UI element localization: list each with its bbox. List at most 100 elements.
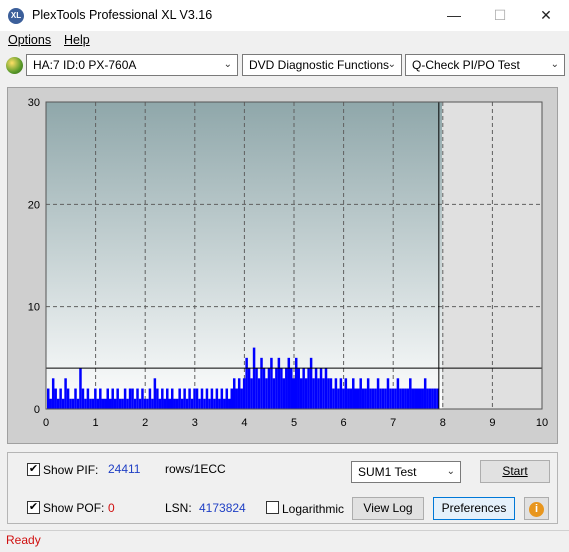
pif-bar: [205, 388, 209, 409]
show-pif-checkbox[interactable]: ✔: [27, 463, 40, 476]
pif-bar: [297, 368, 300, 409]
close-button[interactable]: ✕: [523, 0, 569, 31]
show-pif-label: Show PIF:: [43, 463, 99, 477]
pif-bar: [118, 398, 122, 409]
drive-select-value: HA:7 ID:0 PX-760A: [33, 58, 137, 72]
pif-bar: [215, 388, 219, 409]
pif-bar: [267, 368, 271, 409]
x-tick-label: 8: [440, 417, 446, 429]
pif-bar: [374, 388, 377, 409]
minimize-button[interactable]: —: [431, 0, 477, 31]
pif-bar: [416, 388, 419, 409]
pif-bar: [232, 378, 236, 409]
pif-bar: [123, 388, 127, 409]
pif-bar: [225, 388, 229, 409]
pif-bar: [210, 388, 214, 409]
pif-bar: [364, 388, 367, 409]
pif-bar: [185, 398, 189, 409]
pif-bar: [156, 388, 159, 409]
pif-bar: [275, 368, 278, 409]
pif-bar: [317, 378, 320, 409]
pif-bar: [240, 388, 243, 409]
info-button[interactable]: i: [524, 497, 549, 520]
pif-bar: [138, 398, 142, 409]
pif-bar: [384, 388, 387, 409]
pif-bar: [190, 398, 194, 409]
x-tick-label: 9: [489, 417, 495, 429]
pif-bar: [339, 378, 343, 409]
pif-bar: [329, 378, 333, 409]
pif-bar: [116, 388, 119, 409]
pif-bar: [96, 398, 100, 409]
pif-bar: [91, 398, 95, 409]
menu-options-label: Options: [8, 33, 52, 47]
pif-bar: [151, 398, 154, 409]
test-select[interactable]: Q-Check PI/PO Test ⌄: [405, 54, 565, 76]
pif-bar: [136, 388, 139, 409]
pif-bar: [178, 388, 181, 409]
start-button[interactable]: Start: [480, 460, 550, 483]
pif-bar: [421, 388, 424, 409]
pif-bar: [89, 398, 92, 409]
function-select-value: DVD Diagnostic Functions: [249, 58, 390, 72]
pif-bar: [81, 388, 85, 409]
drive-select[interactable]: HA:7 ID:0 PX-760A ⌄: [26, 54, 238, 76]
logarithmic-checkbox[interactable]: [266, 501, 279, 514]
pif-bar: [180, 398, 184, 409]
y-tick-label: 30: [28, 97, 40, 109]
pif-bar: [213, 398, 216, 409]
maximize-button[interactable]: ☐: [477, 0, 523, 31]
pif-bar: [309, 357, 313, 409]
pif-bar: [188, 388, 191, 409]
x-tick-label: 5: [291, 417, 297, 429]
pif-bar: [64, 378, 67, 409]
pif-bar: [168, 398, 171, 409]
sum-test-select[interactable]: SUM1 Test ⌄: [351, 461, 461, 483]
chevron-down-icon: ⌄: [446, 466, 455, 477]
pif-bar: [426, 388, 429, 409]
pif-bar: [404, 388, 407, 409]
chevron-down-icon: ⌄: [387, 59, 396, 70]
pif-bar: [287, 357, 291, 409]
x-tick-label: 10: [536, 417, 548, 429]
drive-disc-icon: [6, 57, 23, 74]
pif-bar: [371, 388, 375, 409]
pif-bar: [56, 398, 60, 409]
pif-bar: [173, 398, 176, 409]
pif-bar: [411, 388, 415, 409]
x-tick-label: 2: [142, 417, 148, 429]
view-log-button[interactable]: View Log: [352, 497, 424, 520]
pif-bar: [282, 378, 286, 409]
pif-bar: [54, 388, 57, 409]
pif-bar: [51, 378, 55, 409]
function-select[interactable]: DVD Diagnostic Functions ⌄: [242, 54, 402, 76]
pif-bar: [312, 378, 315, 409]
pif-bar: [74, 388, 77, 409]
menu-options[interactable]: Options: [8, 33, 51, 47]
pif-bar: [369, 388, 372, 409]
y-tick-label: 0: [34, 404, 40, 416]
pif-bar: [104, 398, 107, 409]
pif-bar: [356, 388, 360, 409]
pif-bar: [170, 388, 174, 409]
pif-bar: [218, 398, 221, 409]
pif-bar: [141, 388, 144, 409]
show-pof-checkbox[interactable]: ✔: [27, 501, 40, 514]
menu-help[interactable]: Help: [64, 33, 90, 47]
pif-bar: [342, 388, 345, 409]
pif-bar: [431, 388, 434, 409]
test-select-value: Q-Check PI/PO Test: [412, 58, 520, 72]
pif-bar: [111, 388, 114, 409]
pif-bar: [133, 398, 137, 409]
pif-bar: [396, 378, 400, 409]
pif-bar: [208, 398, 211, 409]
x-axis-ticks: 0 1 2 3 4 5 6 7 8 9 10: [43, 417, 548, 429]
pif-bar: [361, 388, 365, 409]
pif-bar: [327, 378, 330, 409]
pif-bar: [347, 388, 350, 409]
pif-bar: [337, 388, 340, 409]
preferences-button[interactable]: Preferences: [433, 497, 515, 520]
pif-bar: [359, 378, 362, 409]
logarithmic-label: Logarithmic: [282, 502, 345, 516]
pif-bar: [84, 398, 87, 409]
